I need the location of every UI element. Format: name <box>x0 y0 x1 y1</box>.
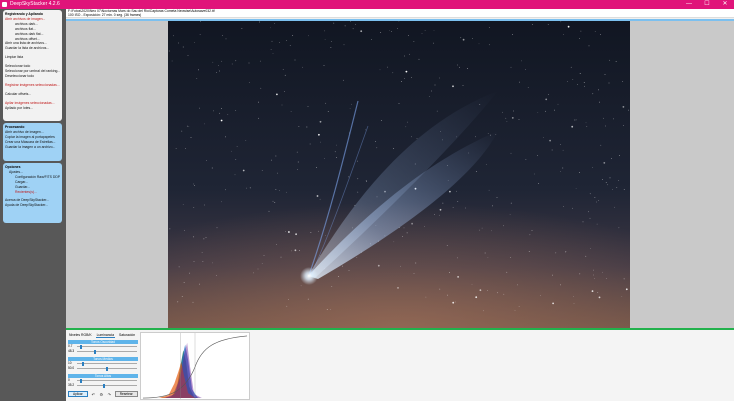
value-label: 0.7 <box>68 344 73 348</box>
darkness-tones-group: Tonos Oscuridad 0.7 48.3 <box>68 340 138 354</box>
app-window: DeepSkyStacker 4.2.6 — ☐ ✕ Registrando y… <box>0 0 734 401</box>
highlights-group: Tonos Altos 0 35.2 <box>68 374 138 388</box>
title-bar: DeepSkyStacker 4.2.6 — ☐ ✕ <box>0 0 734 9</box>
sidebar: Registrando y Apilando Abrir archivos de… <box>0 9 66 401</box>
slider-knob[interactable] <box>79 378 82 383</box>
minimize-button[interactable]: — <box>680 0 698 9</box>
midtones-group: Tonos Medios 10 50.0 <box>68 357 138 371</box>
tab-luminance[interactable]: Luminancia <box>95 333 115 338</box>
tab-saturation[interactable]: Saturación <box>118 333 136 338</box>
slider-knob[interactable] <box>80 344 83 349</box>
value-label: 35.2 <box>68 383 75 387</box>
stacked-image[interactable] <box>168 21 630 328</box>
slider-track[interactable] <box>77 366 137 371</box>
tab-rgb-levels[interactable]: Niveles RGB/K <box>68 333 93 338</box>
slider-knob[interactable] <box>103 383 106 388</box>
adjust-buttons: Aplicar ↶ ⚙ ↷ Resetear <box>68 391 138 397</box>
settings-icon[interactable]: ⚙ <box>99 392 104 397</box>
adjust-tabs: Niveles RGB/K Luminancia Saturación <box>68 333 136 338</box>
window-title: DeepSkyStacker 4.2.6 <box>10 1 60 7</box>
slider-knob[interactable] <box>81 361 84 366</box>
sidebar-menu-item[interactable]: Ayuda de DeepSkyStacker... <box>5 203 60 208</box>
value-label: 50.0 <box>68 366 75 370</box>
redo-icon[interactable]: ↷ <box>107 392 112 397</box>
value-label: 10 <box>68 361 72 365</box>
slider-track[interactable] <box>77 378 137 383</box>
slider-track[interactable] <box>77 361 137 366</box>
histogram <box>140 332 250 400</box>
image-viewer[interactable] <box>66 21 734 328</box>
apply-button[interactable]: Aplicar <box>68 391 88 397</box>
app-icon <box>2 2 7 7</box>
image-details: 100 ISO - Exposición: 27 min. 0 seg. (36… <box>68 13 142 17</box>
sidebar-menu-item[interactable]: Apilado por lotes... <box>5 106 60 111</box>
slider-knob[interactable] <box>94 349 97 354</box>
value-label: 0 <box>68 378 70 382</box>
main-area: F:\Fotos\2020\Neo 07\Nocturnas Mars do S… <box>66 9 734 401</box>
sidebar-menu-item[interactable]: Registrar imágenes seleccionadas... <box>5 83 60 88</box>
slider-track[interactable] <box>77 344 137 349</box>
image-info-bar: F:\Fotos\2020\Neo 07\Nocturnas Mars do S… <box>66 9 734 18</box>
value-label: 48.3 <box>68 349 75 353</box>
sidebar-menu-item[interactable]: Crear una Máscara de Estrellas... <box>5 140 60 145</box>
processing-panel: Procesando Abrir archivo de imagen... Cop… <box>3 123 62 161</box>
adjustment-panel: Niveles RGB/K Luminancia Saturación Tono… <box>66 330 734 401</box>
slider-knob[interactable] <box>106 366 108 371</box>
slider-track[interactable] <box>77 383 137 388</box>
reset-button[interactable]: Resetear <box>114 391 138 397</box>
close-button[interactable]: ✕ <box>716 0 734 9</box>
sidebar-menu-item[interactable]: Guardar la imagen a un archivo... <box>5 145 60 150</box>
maximize-button[interactable]: ☐ <box>698 0 716 9</box>
sidebar-menu-item[interactable]: Copiar la imagen al portapapeles <box>5 135 60 140</box>
register-stack-panel: Registrando y Apilando Abrir archivos de… <box>3 10 62 121</box>
slider-track[interactable] <box>77 349 137 354</box>
sidebar-menu-item[interactable]: Apilar imágenes seleccionadas... <box>5 101 60 106</box>
options-panel: Opciones Ajustes... Configuración Raw/FIT… <box>3 163 62 223</box>
undo-icon[interactable]: ↶ <box>91 392 96 397</box>
